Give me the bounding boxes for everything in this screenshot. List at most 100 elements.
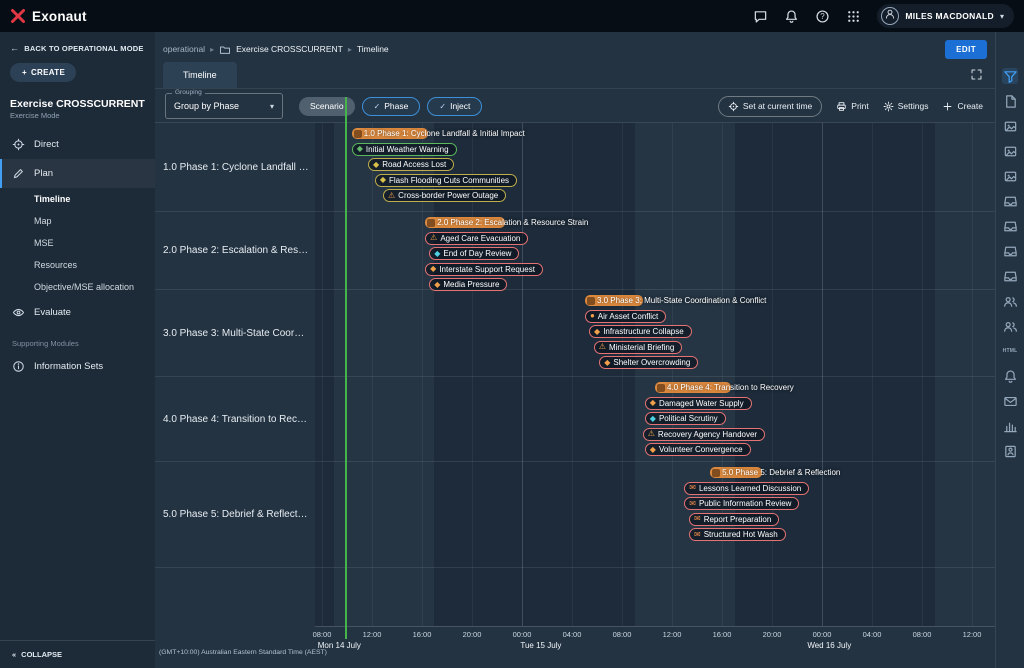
back-arrow-icon: ← [10, 43, 19, 53]
bell-icon[interactable] [784, 9, 799, 24]
inject-chip[interactable]: ⚠Cross-border Power Outage [383, 189, 506, 202]
breadcrumb-separator: ▸ [348, 45, 352, 54]
edit-button[interactable]: EDIT [945, 40, 987, 59]
toolbar-actions: Set at current time Print Settings Create [718, 96, 985, 117]
help-icon[interactable]: ? [815, 9, 830, 24]
tray-icon[interactable] [1002, 218, 1018, 234]
diamond-icon: ◆ [357, 145, 363, 153]
fullscreen-icon[interactable] [970, 68, 983, 81]
inject-chip[interactable]: ⚠Ministerial Briefing [594, 341, 683, 354]
inject-label: Lessons Learned Discussion [699, 484, 801, 493]
diamond-icon: ◆ [650, 446, 656, 454]
phase-line: 5.0 Phase 5: Debrief & Reflection [315, 465, 995, 481]
inject-label: Air Asset Conflict [598, 312, 658, 321]
inject-label: Initial Weather Warning [366, 145, 449, 154]
phase-bar-label: 3.0 Phase 3: Multi-State Coordination & … [597, 296, 766, 305]
row-label: 2.0 Phase 2: Escalation & Resource Strai… [155, 212, 315, 289]
funnel-icon[interactable] [1002, 68, 1018, 84]
inject-chip[interactable]: ✉Report Preparation [689, 513, 779, 526]
exonaut-logo-icon [10, 8, 26, 24]
inject-chip[interactable]: ⚠Recovery Agency Handover [643, 428, 765, 441]
sidebar-item-plan[interactable]: Plan [0, 159, 155, 188]
users-icon[interactable] [1002, 318, 1018, 334]
sidebar-item-map[interactable]: Map [0, 210, 155, 232]
sidebar-item-direct[interactable]: Direct [0, 130, 155, 159]
users-icon[interactable] [1002, 293, 1018, 309]
sidebar-item-resources[interactable]: Resources [0, 254, 155, 276]
timeline-row: 4.0 Phase 4: Transition to Recovery 4.0 P… [155, 377, 995, 462]
inject-line: ◆End of Day Review [315, 246, 995, 262]
image-icon[interactable] [1002, 143, 1018, 159]
chip-phase[interactable]: ✓Phase [362, 97, 421, 116]
print-button[interactable]: Print [836, 101, 868, 112]
diamond-icon: ◆ [380, 176, 386, 184]
sidebar-item-evaluate[interactable]: Evaluate [0, 298, 155, 327]
inject-chip[interactable]: ◆Flash Flooding Cuts Communities [375, 174, 517, 187]
tray-icon[interactable] [1002, 268, 1018, 284]
inject-chip[interactable]: ◆Infrastructure Collapse [589, 325, 692, 338]
inject-chip[interactable]: ◆Political Scrutiny [645, 412, 726, 425]
inject-chip[interactable]: ✉Public Information Review [684, 497, 799, 510]
chat-icon[interactable] [753, 9, 768, 24]
phase-line: 4.0 Phase 4: Transition to Recovery [315, 380, 995, 396]
chip-inject[interactable]: ✓Inject [427, 97, 482, 116]
create-button[interactable]: Create [942, 101, 983, 112]
sidebar-item-timeline[interactable]: Timeline [0, 188, 155, 210]
user-menu[interactable]: MILES MACDONALD ▾ [877, 4, 1014, 28]
inject-chip[interactable]: ✉Structured Hot Wash [689, 528, 786, 541]
sidebar-item-label: Resources [34, 260, 77, 270]
apps-icon[interactable] [846, 9, 861, 24]
chevron-down-icon: ▾ [1000, 12, 1004, 21]
bell-icon[interactable] [1002, 368, 1018, 384]
doc-icon[interactable] [1002, 93, 1018, 109]
inject-chip[interactable]: ◆Initial Weather Warning [352, 143, 457, 156]
sidebar-item-information-sets[interactable]: Information Sets [0, 352, 155, 381]
timeline-row: 1.0 Phase 1: Cyclone Landfall & Initial … [155, 123, 995, 212]
inject-label: Volunteer Convergence [659, 445, 743, 454]
inject-chip[interactable]: ◆Damaged Water Supply [645, 397, 752, 410]
inject-label: Cross-border Power Outage [398, 191, 498, 200]
inject-chip[interactable]: ◆Interstate Support Request [425, 263, 543, 276]
inject-chip[interactable]: ●Air Asset Conflict [585, 310, 666, 323]
inject-chip[interactable]: ◆Shelter Overcrowding [599, 356, 698, 369]
envelope-icon: ✉ [694, 531, 701, 539]
set-at-current-time-button[interactable]: Set at current time [718, 96, 822, 117]
row-lane: 1.0 Phase 1: Cyclone Landfall & Initial … [315, 123, 995, 211]
phase-line: 3.0 Phase 3: Multi-State Coordination & … [315, 293, 995, 309]
breadcrumb-root[interactable]: operational [163, 44, 205, 54]
crosshair-icon [728, 101, 739, 112]
tick-label: 16:00 [713, 630, 732, 639]
phase-icon [427, 219, 435, 227]
inject-chip[interactable]: ✉Lessons Learned Discussion [684, 482, 809, 495]
folder-icon [219, 43, 231, 55]
breadcrumb-exercise[interactable]: Exercise CROSSCURRENT [236, 44, 343, 54]
collapse-button[interactable]: « COLLAPSE [0, 640, 155, 668]
row-label: 3.0 Phase 3: Multi-State Coordination & … [155, 290, 315, 376]
tray-icon[interactable] [1002, 243, 1018, 259]
image-icon[interactable] [1002, 118, 1018, 134]
row-label-text: 4.0 Phase 4: Transition to Recovery [163, 414, 309, 425]
settings-button[interactable]: Settings [883, 101, 929, 112]
sidebar-item-objective-mse-allocation[interactable]: Objective/MSE allocation [0, 276, 155, 298]
create-button[interactable]: + CREATE [10, 63, 76, 82]
mail-icon[interactable] [1002, 393, 1018, 409]
tab-timeline[interactable]: Timeline [163, 62, 237, 88]
collapse-label: COLLAPSE [21, 650, 62, 659]
badge-icon[interactable] [1002, 443, 1018, 459]
image-icon[interactable] [1002, 168, 1018, 184]
sidebar-item-label: Objective/MSE allocation [34, 282, 134, 292]
html-icon[interactable]: HTML [1002, 343, 1018, 359]
inject-chip[interactable]: ◆End of Day Review [429, 247, 519, 260]
sidebar-item-mse[interactable]: MSE [0, 232, 155, 254]
grouping-select[interactable]: Grouping Group by Phase ▾ [165, 93, 283, 119]
chart-icon[interactable] [1002, 418, 1018, 434]
tray-icon[interactable] [1002, 193, 1018, 209]
inject-line: ●Air Asset Conflict [315, 309, 995, 325]
sidebar-item-label: Supporting Modules [12, 339, 79, 348]
inject-chip[interactable]: ⚠Aged Care Evacuation [425, 232, 528, 245]
inject-chip[interactable]: ◆Volunteer Convergence [645, 443, 751, 456]
tick-label: 04:00 [563, 630, 582, 639]
diamond-icon: ◆ [434, 250, 440, 258]
back-to-operational-mode-link[interactable]: ← BACK TO OPERATIONAL MODE [0, 32, 155, 60]
inject-chip[interactable]: ◆Road Access Lost [368, 158, 454, 171]
